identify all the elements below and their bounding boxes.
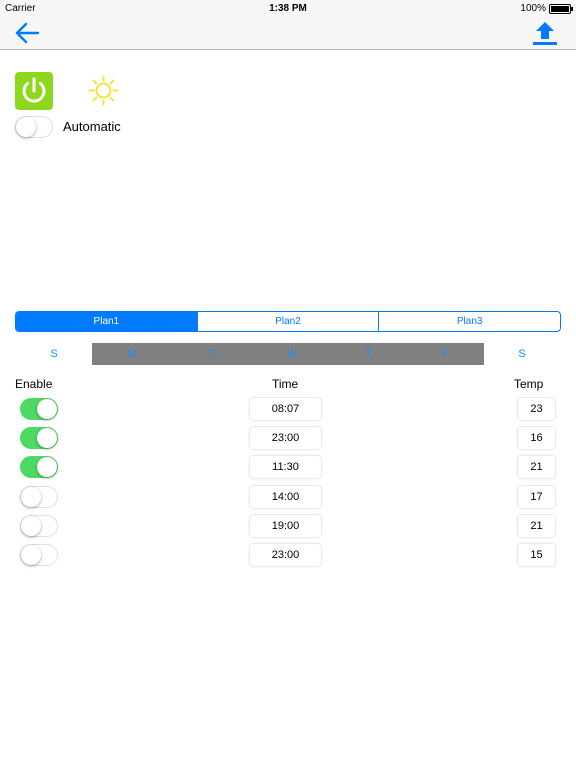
enable-switch[interactable] — [20, 427, 58, 449]
switch-knob — [16, 117, 36, 137]
back-arrow-icon[interactable] — [14, 20, 40, 46]
upload-arrow-icon[interactable] — [531, 19, 559, 47]
status-bar: Carrier 1:38 PM 100% — [0, 0, 576, 16]
time-field[interactable]: 11:30 — [250, 456, 321, 478]
enable-switch[interactable] — [20, 486, 58, 508]
day-thursday[interactable]: T — [359, 348, 379, 360]
enable-header: Enable — [15, 377, 53, 391]
day-tuesday[interactable]: T — [203, 348, 223, 360]
power-icon — [22, 77, 46, 103]
temp-header: Temp — [514, 377, 544, 391]
day-monday[interactable]: M — [122, 348, 142, 360]
time-field[interactable]: 19:00 — [250, 515, 321, 537]
enable-switch[interactable] — [20, 398, 58, 420]
status-time: 1:38 PM — [269, 3, 307, 14]
day-wednesday[interactable]: W — [282, 348, 302, 360]
switch-knob — [37, 428, 57, 448]
day-friday[interactable]: F — [436, 348, 456, 360]
switch-knob — [21, 516, 41, 536]
tab-plan2[interactable]: Plan2 — [198, 312, 380, 331]
switch-knob — [21, 487, 41, 507]
enable-switch[interactable] — [20, 456, 58, 478]
plan-segmented-control: Plan1 Plan2 Plan3 — [15, 311, 561, 332]
battery-percent: 100% — [520, 3, 546, 14]
nav-bar — [0, 16, 576, 50]
temp-field[interactable]: 21 — [518, 515, 555, 537]
automatic-label: Automatic — [63, 119, 121, 134]
battery-icon — [549, 4, 573, 14]
temp-field[interactable]: 16 — [518, 427, 555, 449]
switch-knob — [37, 457, 57, 477]
switch-knob — [37, 399, 57, 419]
sun-icon — [88, 75, 119, 106]
time-field[interactable]: 08:07 — [250, 398, 321, 420]
day-saturday[interactable]: S — [512, 348, 532, 360]
switch-knob — [21, 545, 41, 565]
power-button[interactable] — [15, 72, 53, 110]
enable-switch[interactable] — [20, 515, 58, 537]
enable-switch[interactable] — [20, 544, 58, 566]
tab-plan3[interactable]: Plan3 — [379, 312, 560, 331]
time-field[interactable]: 23:00 — [250, 544, 321, 566]
automatic-switch[interactable] — [15, 116, 53, 138]
day-sunday[interactable]: S — [44, 348, 64, 360]
tab-plan1[interactable]: Plan1 — [16, 312, 198, 331]
temp-field[interactable]: 15 — [518, 544, 555, 566]
time-field[interactable]: 14:00 — [250, 486, 321, 508]
temp-field[interactable]: 17 — [518, 486, 555, 508]
temp-field[interactable]: 23 — [518, 398, 555, 420]
time-header: Time — [272, 377, 299, 391]
time-field[interactable]: 23:00 — [250, 427, 321, 449]
temp-field[interactable]: 21 — [518, 456, 555, 478]
